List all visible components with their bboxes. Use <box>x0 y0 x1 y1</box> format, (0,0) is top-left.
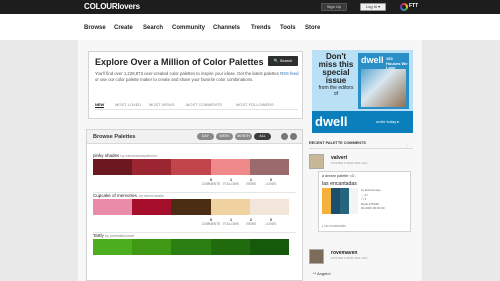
stat-comments: 0 COMMENTS <box>201 177 221 186</box>
swatch-color <box>249 159 290 175</box>
grid-view-icon[interactable] <box>281 133 288 140</box>
stat-follows: 1 FOLLOWS <box>223 177 239 186</box>
swatch-color <box>249 199 290 215</box>
swatch-color <box>171 199 211 215</box>
palette-swatch[interactable] <box>93 239 290 255</box>
swatch-color <box>210 239 250 255</box>
swatch-color <box>322 188 331 214</box>
palette-name[interactable]: pinky shades by rlamonieriarpalermo <box>93 153 157 158</box>
color-wheel-icon <box>400 3 408 11</box>
stat-follows: 1 FOLLOWS <box>223 217 239 226</box>
nav-channels[interactable]: Channels <box>213 25 240 31</box>
swatch-color <box>210 199 250 215</box>
filter-all[interactable]: ALL <box>254 133 271 140</box>
swatch-color <box>171 239 211 255</box>
ad-copy: Don't miss this special issue from the e… <box>316 52 356 98</box>
ad-subline: from the editors of <box>318 85 354 97</box>
swatch-color <box>331 188 340 214</box>
ftt-label: FTT <box>409 3 419 9</box>
comment-palette-swatch[interactable] <box>322 188 358 214</box>
palette-name[interactable]: Cupcake of memories. by rarecrowalla <box>93 193 164 198</box>
palette-name[interactable]: Tartly by poetsaltlecimat <box>93 233 134 238</box>
stat-loves: 0 LOVES <box>265 217 277 226</box>
avatar[interactable] <box>309 154 324 169</box>
swatch-color <box>132 239 172 255</box>
swatch-color <box>132 199 172 215</box>
avatar[interactable] <box>309 249 324 264</box>
filter-day[interactable]: DAY <box>197 133 214 140</box>
swatch-color <box>132 159 172 175</box>
main-nav: Browse Create Search Community Channels … <box>0 14 500 42</box>
ftt-link[interactable]: FTT <box>400 2 418 12</box>
intro-text: You'll find over 1,228,873 user-created … <box>95 71 299 83</box>
nav-create[interactable]: Create <box>114 25 133 31</box>
tab-most-loved[interactable]: MOST LOVED <box>115 102 141 107</box>
signup-button[interactable]: Sign Up <box>321 3 347 11</box>
ad-footer: dwell order today ▸ <box>312 111 413 133</box>
comment-palette-link[interactable]: ▸ las encantadas <box>322 224 346 228</box>
search-button[interactable]: 🔍 Search <box>268 56 298 66</box>
swatch-color <box>93 239 133 255</box>
swatch-color <box>93 159 133 175</box>
page-title: Explore Over a Million of Color Palettes <box>95 57 264 67</box>
nav-tools[interactable]: Tools <box>280 25 296 31</box>
nav-store[interactable]: Store <box>305 25 320 31</box>
tab-divider <box>95 109 298 110</box>
swatch-color <box>210 159 250 175</box>
tab-most-followers[interactable]: MOST FOLLOWERS <box>236 102 274 107</box>
magazine-cover: dwell 100 Houses We Love <box>358 53 409 109</box>
filter-week[interactable]: WEEK <box>216 133 233 140</box>
comment-palette-info: by kiwimiruque ♡ 27 ☐ 3 Rank #76168 00-0… <box>361 188 385 210</box>
filter-month[interactable]: MONTH <box>235 133 252 140</box>
swatch-color <box>349 188 358 214</box>
palette-swatch[interactable] <box>93 159 290 175</box>
nav-search[interactable]: Search <box>143 25 163 31</box>
nav-trends[interactable]: Trends <box>251 25 271 31</box>
swatch-color <box>340 188 349 214</box>
recent-divider <box>309 148 413 149</box>
stat-comments: 0 COMMENTS <box>201 217 221 226</box>
comment-bubble: a dream palette <3 ; las encantadas by k… <box>318 171 411 232</box>
order-link[interactable]: order today ▸ <box>376 119 399 124</box>
swatch-color <box>93 199 133 215</box>
list-view-icon[interactable] <box>290 133 297 140</box>
login-button[interactable]: Log In ▾ <box>360 3 386 11</box>
browse-header: Browse Palettes DAY WEEK MONTH ALL <box>87 130 302 144</box>
swatch-color <box>171 159 211 175</box>
stat-loves: 0 LOVES <box>265 177 277 186</box>
recent-comments-title: RECENT PALETTE COMMENTS <box>309 141 366 145</box>
swatch-color <box>249 239 290 255</box>
site-logo[interactable]: COLOURlovers <box>84 2 140 11</box>
comment-time: POSTED 9 MINUTES AGO <box>331 256 368 260</box>
magazine-title: dwell <box>361 55 384 65</box>
rss-link[interactable]: RSS feed <box>280 71 298 76</box>
stat-views: 2 VIEWS <box>245 217 257 226</box>
ad-headline: Don't miss this special issue <box>318 52 354 85</box>
comment-time: POSTED 8 MINUTES AGO <box>331 161 368 165</box>
tab-most-comments[interactable]: MOST COMMENTS <box>186 102 222 107</box>
tab-new[interactable]: NEW <box>95 102 105 108</box>
comment-text: ** Angelo! <box>313 271 331 276</box>
comment-palette-name[interactable]: las encantadas <box>322 181 357 187</box>
nav-community[interactable]: Community <box>172 25 205 31</box>
ad-brand: dwell <box>315 114 348 129</box>
palette-swatch[interactable] <box>93 199 290 215</box>
browse-palettes-panel: Browse Palettes DAY WEEK MONTH ALL pinky… <box>86 129 303 281</box>
comment-text: a dream palette <3 ; <box>322 174 356 178</box>
browse-title: Browse Palettes <box>93 134 136 140</box>
stat-views: 1 VIEWS <box>245 177 257 186</box>
explore-panel: Explore Over a Million of Color Palettes… <box>88 51 303 119</box>
top-bar: COLOURlovers Sign Up Log In ▾ FTT <box>0 0 500 14</box>
tab-most-views[interactable]: MOST VIEWS <box>149 102 174 107</box>
cover-photo <box>361 69 406 107</box>
nav-browse[interactable]: Browse <box>84 25 106 31</box>
dwell-ad[interactable]: Don't miss this special issue from the e… <box>312 50 413 133</box>
